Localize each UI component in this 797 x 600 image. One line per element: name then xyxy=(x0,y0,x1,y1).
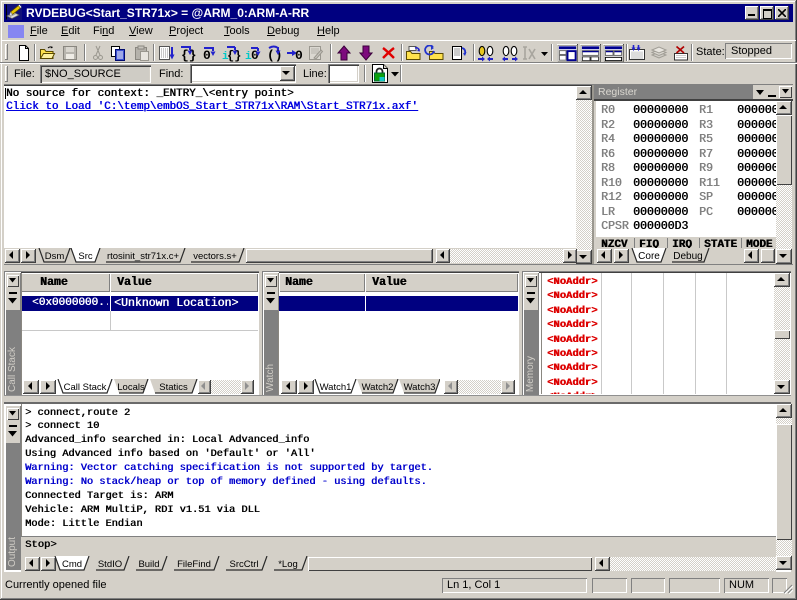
svg-text:Debug: Debug xyxy=(673,251,702,262)
svg-text:Src: Src xyxy=(78,251,93,262)
svg-text:Watch3: Watch3 xyxy=(404,382,436,393)
svg-text:Call Stack: Call Stack xyxy=(64,382,107,393)
svg-text:Locals: Locals xyxy=(117,382,145,393)
svg-text:SrcCtrl: SrcCtrl xyxy=(229,559,258,570)
svg-text:Watch1: Watch1 xyxy=(320,382,352,393)
svg-text:Watch2: Watch2 xyxy=(362,382,394,393)
svg-text:rtosinit_str71x.c+: rtosinit_str71x.c+ xyxy=(107,251,180,262)
svg-text:Cmd: Cmd xyxy=(62,559,82,570)
svg-text:Dsm: Dsm xyxy=(45,251,65,262)
svg-text:Core: Core xyxy=(638,251,660,262)
svg-text:StdIO: StdIO xyxy=(98,559,122,570)
svg-text:FileFind: FileFind xyxy=(177,559,211,570)
svg-text:Build: Build xyxy=(138,559,159,570)
svg-text:*Log: *Log xyxy=(278,559,298,570)
svg-text:vectors.s+: vectors.s+ xyxy=(193,251,237,262)
svg-text:Statics: Statics xyxy=(159,382,188,393)
